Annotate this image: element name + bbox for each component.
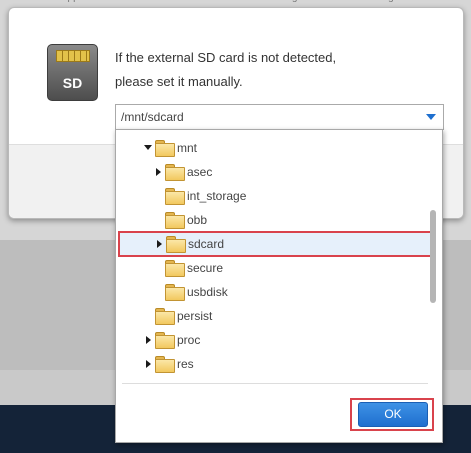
expand-right-icon[interactable] bbox=[157, 240, 162, 248]
background-tab-setting: setting bbox=[268, 0, 297, 3]
expand-right-icon[interactable] bbox=[146, 360, 151, 368]
folder-icon bbox=[165, 284, 185, 301]
tree-item-asec[interactable]: asec bbox=[116, 160, 430, 184]
folder-icon bbox=[155, 308, 175, 325]
ok-button[interactable]: OK bbox=[358, 402, 428, 427]
tree-item-label: obb bbox=[187, 213, 208, 227]
tree-item-label: proc bbox=[177, 333, 201, 347]
background-tab-sound: sound bbox=[162, 0, 189, 3]
background-tab-images: images bbox=[372, 0, 404, 3]
tree-item-label: sdcard bbox=[188, 237, 225, 251]
expand-right-icon[interactable] bbox=[146, 336, 151, 344]
tree-item-sdcard[interactable]: sdcard bbox=[118, 231, 434, 257]
tree-item-obb[interactable]: obb bbox=[116, 208, 430, 232]
folder-icon bbox=[155, 140, 175, 157]
tree-item-persist[interactable]: persist bbox=[116, 304, 430, 328]
tree-item-label: usbdisk bbox=[187, 285, 228, 299]
dialog-message-line1: If the external SD card is not detected, bbox=[115, 50, 337, 65]
folder-tree-dropdown: mnt asec int_storage obb sdcard secure u… bbox=[115, 129, 443, 443]
list-divider bbox=[122, 383, 428, 384]
dialog-message: If the external SD card is not detected,… bbox=[115, 46, 445, 94]
background-tab-app: app bbox=[62, 0, 79, 3]
tree-scrollbar[interactable] bbox=[430, 210, 436, 303]
chevron-down-icon[interactable] bbox=[426, 114, 436, 120]
tree-item-label: persist bbox=[177, 309, 213, 323]
tree-item-secure[interactable]: secure bbox=[116, 256, 430, 280]
tree-item-proc[interactable]: proc bbox=[116, 328, 430, 352]
tree-item-mnt[interactable]: mnt bbox=[116, 136, 430, 160]
tree-item-label: asec bbox=[187, 165, 213, 179]
path-select-value: /mnt/sdcard bbox=[121, 110, 184, 124]
tree-item-usbdisk[interactable]: usbdisk bbox=[116, 280, 430, 304]
folder-icon bbox=[165, 212, 185, 229]
dialog-message-line2: please set it manually. bbox=[115, 74, 243, 89]
tree-item-label: res bbox=[177, 357, 194, 371]
tree-item-label: int_storage bbox=[187, 189, 247, 203]
expand-right-icon[interactable] bbox=[156, 168, 161, 176]
folder-icon bbox=[165, 188, 185, 205]
tree-item-int-storage[interactable]: int_storage bbox=[116, 184, 430, 208]
tree-item-label: secure bbox=[187, 261, 224, 275]
folder-icon bbox=[155, 356, 175, 373]
sd-card-icon-label: SD bbox=[62, 75, 83, 91]
tree-item-res[interactable]: res bbox=[116, 352, 430, 376]
folder-icon bbox=[155, 332, 175, 349]
tree-item-label: mnt bbox=[177, 141, 198, 155]
path-select[interactable]: /mnt/sdcard bbox=[115, 104, 444, 130]
folder-icon bbox=[165, 164, 185, 181]
folder-icon bbox=[165, 260, 185, 277]
sd-card-contacts bbox=[56, 50, 90, 62]
folder-icon bbox=[166, 236, 186, 253]
sd-card-icon: SD bbox=[47, 44, 98, 101]
background-tabs: app sound setting images bbox=[0, 0, 471, 6]
expand-down-icon[interactable] bbox=[144, 145, 152, 150]
